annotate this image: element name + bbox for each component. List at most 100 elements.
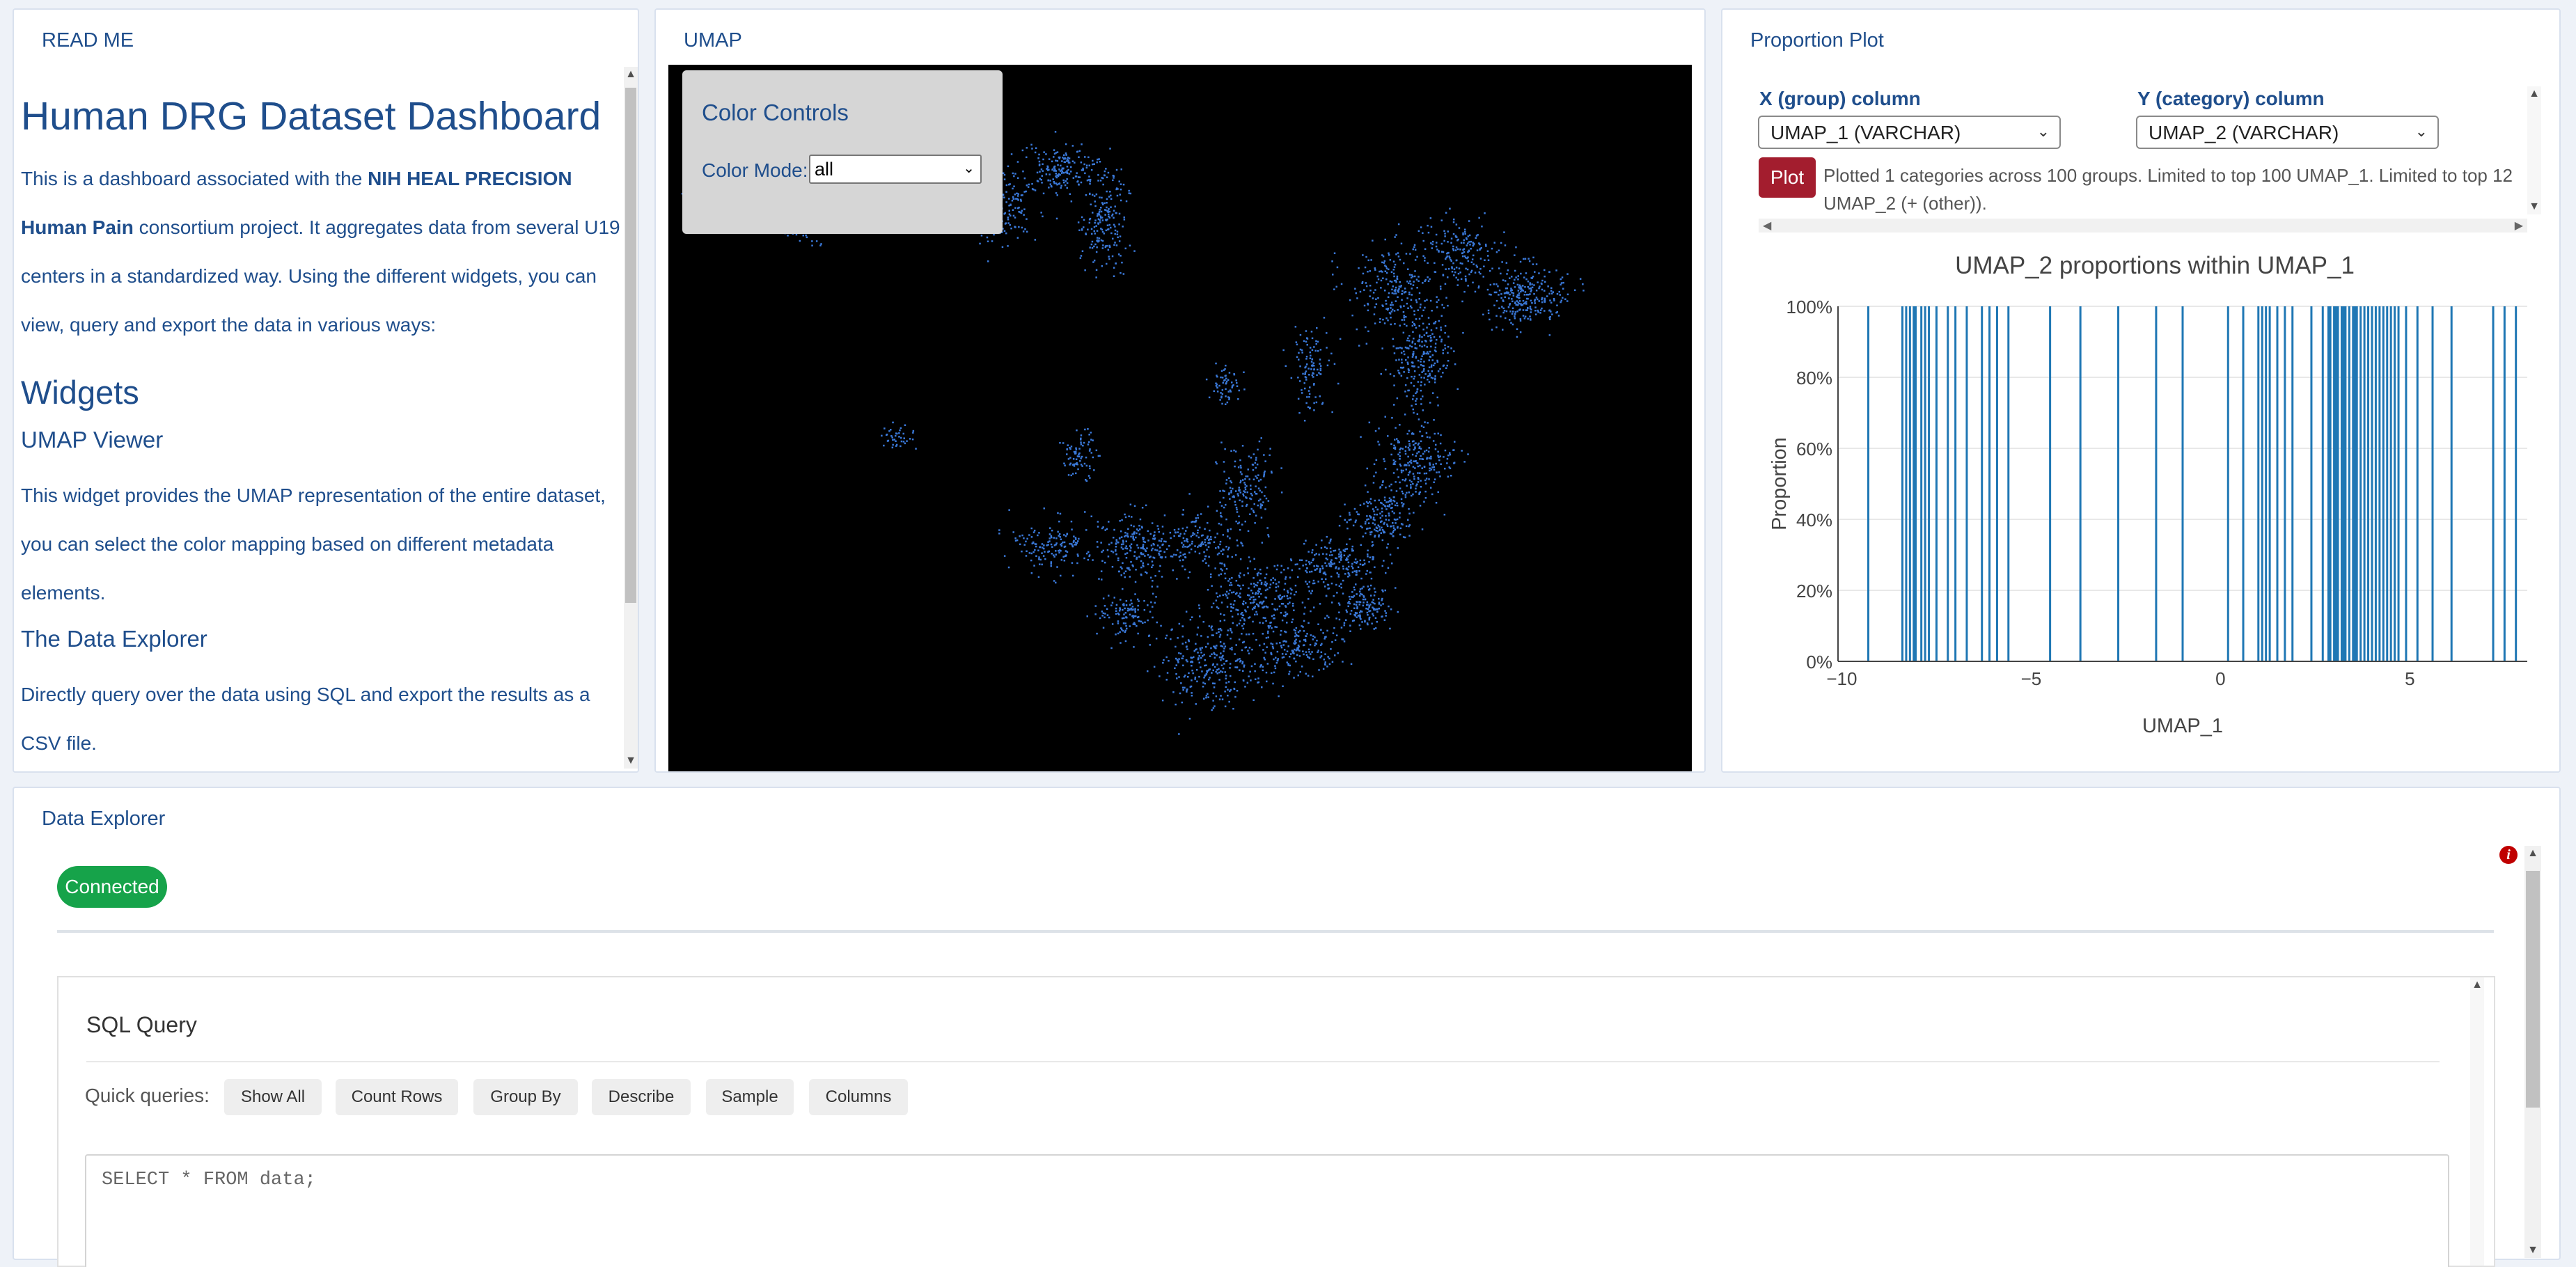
chart-bar[interactable] — [2367, 306, 2370, 661]
quick-query-columns[interactable]: Columns — [809, 1079, 908, 1115]
chart-bar[interactable] — [2334, 306, 2337, 661]
chart-bar[interactable] — [1920, 306, 1923, 661]
plot-button[interactable]: Plot — [1759, 157, 1816, 198]
chart-bar[interactable] — [2342, 306, 2345, 661]
y-column-select[interactable]: UMAP_2 (VARCHAR) ⌄ — [2136, 116, 2439, 149]
chart-bar[interactable] — [2333, 306, 2336, 661]
chart-bar[interactable] — [2049, 306, 2052, 661]
chart-bar[interactable] — [2386, 306, 2389, 661]
chart-bar[interactable] — [2416, 306, 2419, 661]
umap-point — [1280, 645, 1282, 647]
umap-point — [1203, 698, 1205, 700]
chart-bar[interactable] — [2284, 306, 2286, 661]
scroll-up-arrow-icon[interactable]: ▲ — [2470, 977, 2484, 993]
chart-bar[interactable] — [2382, 306, 2385, 661]
chart-bar[interactable] — [2117, 306, 2120, 661]
chart-bar[interactable] — [2348, 306, 2350, 661]
readme-title: READ ME — [42, 29, 134, 52]
quick-query-show-all[interactable]: Show All — [224, 1079, 322, 1115]
chart-bar[interactable] — [2257, 306, 2260, 661]
chart-bar[interactable] — [2340, 306, 2343, 661]
chart-bar[interactable] — [2276, 306, 2279, 661]
explorer-scroll-thumb[interactable] — [2526, 871, 2540, 1108]
chart-bar[interactable] — [2359, 306, 2362, 661]
chart-bar[interactable] — [1915, 306, 1917, 661]
chart-bar[interactable] — [2354, 306, 2356, 661]
quick-query-sample[interactable]: Sample — [706, 1079, 794, 1115]
chart-bar[interactable] — [1988, 306, 1991, 661]
chart-bar[interactable] — [1935, 306, 1938, 661]
chart-bar[interactable] — [2265, 306, 2268, 661]
chart-bar[interactable] — [1981, 306, 1984, 661]
chart-bar[interactable] — [2371, 306, 2373, 661]
chart-bar[interactable] — [2337, 306, 2339, 661]
readme-scrollbar[interactable]: ▲ ▼ — [624, 67, 638, 769]
quick-query-group-by[interactable]: Group By — [473, 1079, 578, 1115]
chart-bar[interactable] — [2181, 306, 2184, 661]
chart-bar[interactable] — [2378, 306, 2381, 661]
chart-bar[interactable] — [2242, 306, 2245, 661]
chart-bar[interactable] — [1995, 306, 1998, 661]
scroll-down-arrow-icon[interactable]: ▼ — [2527, 199, 2541, 214]
chart-bar[interactable] — [1954, 306, 1957, 661]
chart-bar[interactable] — [2355, 306, 2358, 661]
controls-hscrollbar[interactable]: ◀ ▶ — [1759, 219, 2527, 233]
chart-bar[interactable] — [2352, 306, 2355, 661]
umap-point — [1115, 613, 1117, 615]
chart-bar[interactable] — [2079, 306, 2082, 661]
umap-point — [1351, 314, 1353, 317]
chart-bar[interactable] — [2268, 306, 2271, 661]
chart-bar[interactable] — [2431, 306, 2434, 661]
scroll-down-arrow-icon[interactable]: ▼ — [624, 753, 638, 769]
chart-bar[interactable] — [2261, 306, 2263, 661]
chart-bar[interactable] — [1928, 306, 1931, 661]
chart-bar[interactable] — [1947, 306, 1949, 661]
chart-bar[interactable] — [2291, 306, 2294, 661]
chart-bar[interactable] — [2450, 306, 2453, 661]
chart-bar[interactable] — [2310, 306, 2313, 661]
chart-bar[interactable] — [2007, 306, 2010, 661]
chart-bar[interactable] — [2155, 306, 2158, 661]
controls-vscrollbar[interactable]: ▲ ▼ — [2527, 86, 2541, 214]
sql-box-scrollbar[interactable]: ▲ — [2470, 977, 2484, 1266]
umap-canvas[interactable]: Color Controls Color Mode: all ⌄ — [668, 65, 1692, 771]
chart-bar[interactable] — [2327, 306, 2330, 661]
explorer-scrollbar[interactable]: ▲ ▼ — [2524, 846, 2541, 1258]
chart-bar[interactable] — [2329, 306, 2332, 661]
scroll-right-arrow-icon[interactable]: ▶ — [2515, 219, 2523, 233]
chart-bar[interactable] — [1965, 306, 1968, 661]
scroll-left-arrow-icon[interactable]: ◀ — [1763, 219, 1771, 233]
quick-query-count-rows[interactable]: Count Rows — [336, 1079, 458, 1115]
readme-scroll-thumb[interactable] — [625, 88, 636, 603]
chart-bar[interactable] — [2515, 306, 2518, 661]
x-column-select[interactable]: UMAP_1 (VARCHAR) ⌄ — [1758, 116, 2061, 149]
chart-bar[interactable] — [2363, 306, 2366, 661]
chart-bar[interactable] — [1905, 306, 1908, 661]
chart-bar[interactable] — [2374, 306, 2377, 661]
scroll-up-arrow-icon[interactable]: ▲ — [2524, 846, 2541, 861]
chart-bar[interactable] — [2397, 306, 2400, 661]
quick-query-describe[interactable]: Describe — [592, 1079, 691, 1115]
chart-bar[interactable] — [2389, 306, 2392, 661]
chart-bar[interactable] — [2344, 306, 2347, 661]
chart-bar[interactable] — [1908, 306, 1911, 661]
chart-bar[interactable] — [2321, 306, 2324, 661]
scroll-up-arrow-icon[interactable]: ▲ — [2527, 86, 2541, 102]
scroll-down-arrow-icon[interactable]: ▼ — [2524, 1243, 2541, 1258]
umap-point — [1120, 599, 1122, 601]
color-mode-select[interactable]: all ⌄ — [809, 155, 982, 184]
chart-bar[interactable] — [2394, 306, 2396, 661]
chart-bar[interactable] — [2226, 306, 2229, 661]
chart-bar[interactable] — [2492, 306, 2495, 661]
chart-bar[interactable] — [1913, 306, 1915, 661]
alert-icon[interactable]: i — [2499, 846, 2518, 864]
chart-bar[interactable] — [1924, 306, 1926, 661]
chart-bar[interactable] — [2503, 306, 2506, 661]
proportion-chart[interactable]: UMAP_2 proportions within UMAP_1 −10 −5 0 5… — [1741, 240, 2548, 748]
chart-bar[interactable] — [1867, 306, 1870, 661]
sql-editor[interactable]: SELECT * FROM data; — [85, 1154, 2449, 1267]
chart-bar[interactable] — [1901, 306, 1903, 661]
chart-bar[interactable] — [2405, 306, 2408, 661]
scroll-up-arrow-icon[interactable]: ▲ — [624, 67, 638, 82]
y-tick-label: 60% — [1796, 439, 1832, 459]
